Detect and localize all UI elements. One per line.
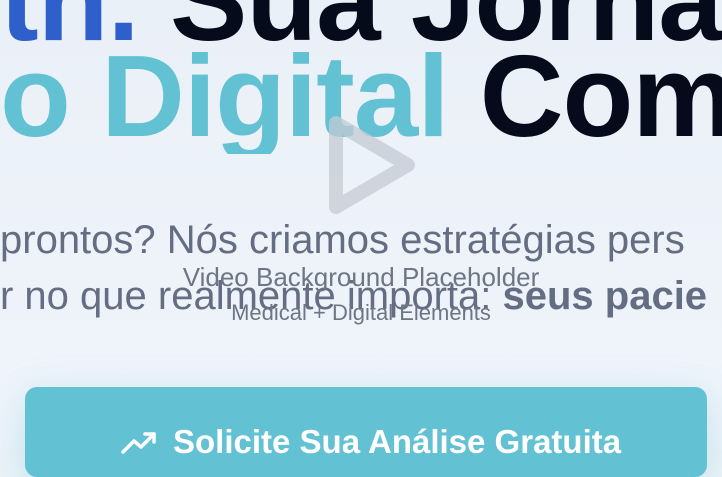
video-placeholder-label: Video Background Placeholder — [182, 262, 540, 292]
cta-label: Solicite Sua Análise Gratuita — [173, 423, 622, 460]
trending-up-icon — [121, 432, 156, 454]
headline-com-text: Com — [448, 38, 722, 154]
free-analysis-cta-button[interactable]: Solicite Sua Análise Gratuita — [25, 387, 707, 477]
cta-content: Solicite Sua Análise Gratuita — [121, 423, 621, 461]
play-icon[interactable] — [320, 113, 420, 223]
video-placeholder-sublabel: Medical + Digital Elements — [231, 300, 491, 325]
